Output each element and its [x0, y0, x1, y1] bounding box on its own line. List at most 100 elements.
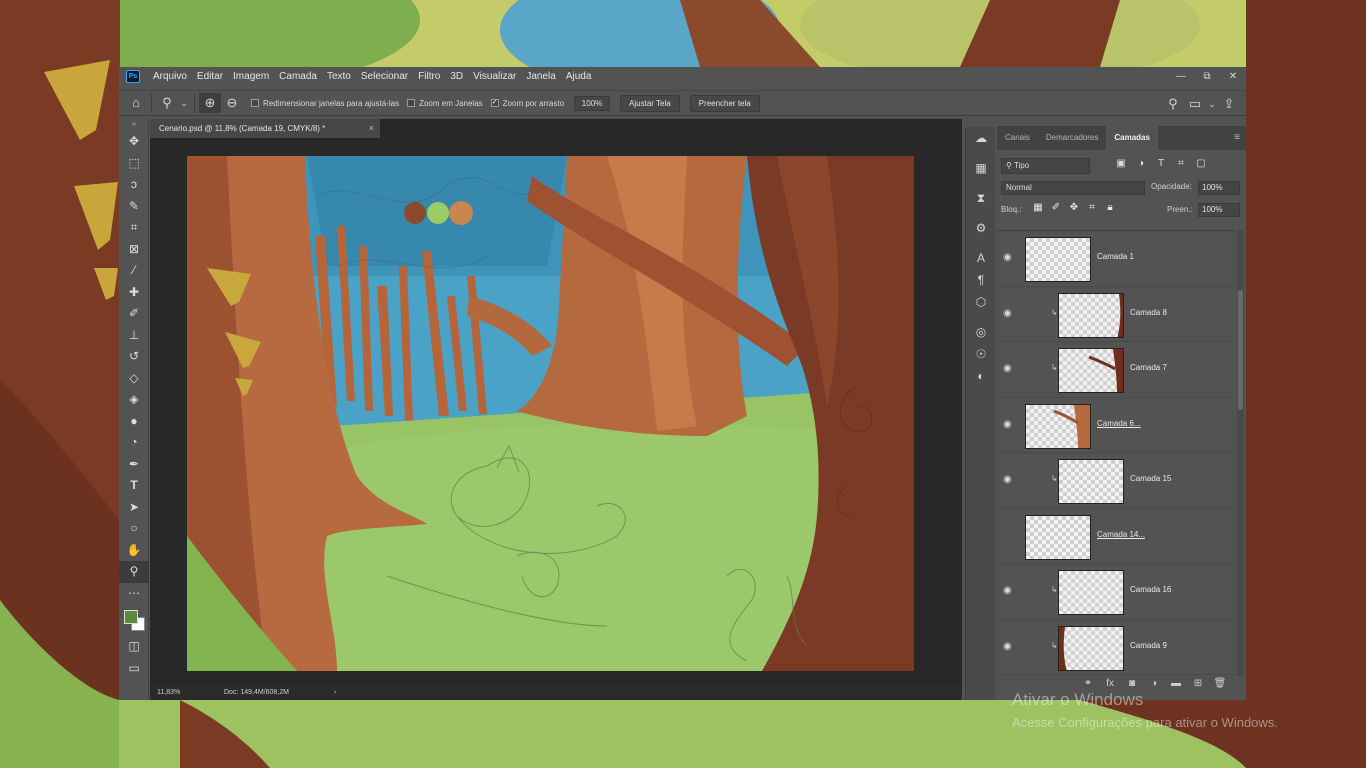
add-mask-icon[interactable]: ◙	[1121, 678, 1143, 689]
zoom-value-field[interactable]: 100%	[574, 95, 611, 111]
close-tab-icon[interactable]: ×	[369, 119, 374, 138]
canvas[interactable]	[187, 156, 914, 671]
eraser-icon[interactable]: ◇	[119, 368, 149, 390]
layer-filter-select[interactable]: ⚲ Tipo	[1001, 158, 1090, 174]
eyedropper-icon[interactable]: ⁄	[119, 260, 149, 282]
brush-icon[interactable]: ✐	[119, 303, 149, 325]
minimize-button[interactable]: —	[1168, 67, 1194, 86]
share-icon[interactable]: ⇪	[1218, 94, 1240, 114]
blend-mode-select[interactable]: Normal	[1001, 181, 1145, 195]
properties-icon[interactable]: ⚙	[966, 217, 996, 239]
document-tab[interactable]: Cenario.psd @ 11,8% (Camada 19, CMYK/8) …	[150, 119, 380, 138]
zoom-all-checkbox[interactable]	[407, 99, 416, 107]
pen-icon[interactable]: ✒	[119, 454, 149, 476]
restore-button[interactable]: ⧉	[1194, 67, 1220, 86]
foreground-color-swatch[interactable]	[124, 610, 138, 624]
panel-menu-icon[interactable]: ≡	[1234, 132, 1240, 143]
fill-screen-button[interactable]: Preencher tela	[689, 94, 760, 112]
tab-camadas[interactable]: Camadas	[1106, 126, 1158, 150]
menu-arquivo[interactable]: Arquivo	[148, 67, 192, 86]
light-icon[interactable]: ◎	[966, 321, 996, 343]
lock-paint-icon[interactable]: ✐	[1047, 202, 1065, 213]
type-icon[interactable]: T	[119, 475, 149, 497]
layer-row[interactable]: ◉ ↳ Camada 15	[997, 453, 1235, 509]
status-menu-arrow[interactable]: ›	[334, 685, 336, 700]
zoom-tool-icon[interactable]: ⚲	[156, 93, 178, 113]
opacity-field[interactable]: 100%	[1198, 181, 1240, 195]
lasso-icon[interactable]: ↄ	[119, 174, 149, 196]
fit-screen-button[interactable]: Ajustar Tela	[620, 94, 680, 112]
scrollbar-thumb[interactable]	[1238, 290, 1243, 410]
layer-row[interactable]: ◉ ↳ Camada 9	[997, 620, 1235, 675]
layer-row[interactable]: ◉ ↳ Camada 8	[997, 287, 1235, 342]
menu-filtro[interactable]: Filtro	[413, 67, 445, 86]
status-zoom[interactable]: 11,83%	[157, 685, 180, 700]
cloud-icon[interactable]: ☁	[966, 127, 996, 149]
menu-editar[interactable]: Editar	[192, 67, 228, 86]
image-filter-icon[interactable]: ▣	[1111, 158, 1131, 169]
swatches-icon[interactable]: ▦	[966, 157, 996, 179]
stamp-icon[interactable]: ⊥	[119, 325, 149, 347]
path-select-icon[interactable]: ➤	[119, 497, 149, 519]
history-brush-icon[interactable]: ↺	[119, 346, 149, 368]
menu-camada[interactable]: Camada	[274, 67, 322, 86]
healing-icon[interactable]: ✚	[119, 282, 149, 304]
blur-icon[interactable]: ●	[119, 411, 149, 433]
link-layers-icon[interactable]: ⚭	[1077, 678, 1099, 689]
zoom-out-icon[interactable]: ⊖	[221, 93, 243, 113]
new-layer-icon[interactable]: ⊞	[1187, 678, 1209, 689]
crop-icon[interactable]: ⌗	[119, 217, 149, 239]
frame-icon[interactable]: ⊠	[119, 239, 149, 261]
menu-visualizar[interactable]: Visualizar	[468, 67, 521, 86]
character-icon[interactable]: A	[966, 247, 996, 269]
tab-canais[interactable]: Canais	[997, 126, 1038, 150]
visibility-eye-icon[interactable]: ◉	[1003, 363, 1015, 374]
lock-position-icon[interactable]: ✥	[1065, 202, 1083, 213]
layer-row[interactable]: ◉ Camada 6...	[997, 398, 1235, 453]
visibility-eye-icon[interactable]: ◉	[1003, 641, 1015, 652]
adjustments-icon[interactable]: ⧗	[966, 187, 996, 209]
menu-imagem[interactable]: Imagem	[228, 67, 274, 86]
more-icon[interactable]: ⋯	[119, 583, 149, 605]
close-window-button[interactable]: ✕	[1220, 67, 1246, 86]
adjustment-filter-icon[interactable]: ◑	[1131, 158, 1151, 169]
fill-field[interactable]: 100%	[1198, 203, 1240, 217]
adjustment-layer-icon[interactable]: ◑	[1143, 678, 1165, 689]
chevron-down-icon[interactable]: ⌄	[178, 93, 190, 113]
collapse-icon[interactable]: »	[119, 119, 149, 131]
layer-row[interactable]: ◉ ↳ Camada 7	[997, 342, 1235, 398]
new-group-icon[interactable]: ▬	[1165, 678, 1187, 689]
zoom-icon[interactable]: ⚲	[119, 561, 149, 583]
zoom-in-icon[interactable]: ⊕	[199, 93, 221, 113]
dodge-icon[interactable]: ◔	[119, 432, 149, 454]
menu-texto[interactable]: Texto	[322, 67, 356, 86]
contrast-icon[interactable]: ◐	[966, 365, 996, 387]
resize-windows-option[interactable]: Redimensionar janelas para ajustá-las	[251, 99, 399, 108]
layer-row[interactable]: ◉ Camada 1	[997, 231, 1235, 287]
menu-ajuda[interactable]: Ajuda	[561, 67, 597, 86]
tab-demarcadores[interactable]: Demarcadores	[1038, 126, 1106, 150]
lock-artboard-icon[interactable]: ⌗	[1083, 202, 1101, 213]
paint-bucket-icon[interactable]: ◈	[119, 389, 149, 411]
ellipse-icon[interactable]: ○	[119, 518, 149, 540]
move-icon[interactable]: ✥	[119, 131, 149, 153]
workspace-icon[interactable]: ▭	[1184, 94, 1206, 114]
lock-all-icon[interactable]: 🔒︎	[1101, 202, 1119, 213]
screen-mode-icon[interactable]: ▭	[119, 658, 149, 680]
marquee-icon[interactable]: ⬚	[119, 153, 149, 175]
scrubby-zoom-option[interactable]: ✓ Zoom por arrasto	[490, 99, 564, 108]
quick-mask-icon[interactable]: ◫	[119, 636, 149, 658]
layers-scrollbar[interactable]	[1237, 230, 1244, 676]
scrubby-zoom-checkbox[interactable]: ✓	[490, 99, 499, 107]
resize-windows-checkbox[interactable]	[251, 99, 259, 107]
visibility-eye-icon[interactable]: ◉	[1003, 252, 1015, 263]
visibility-eye-icon[interactable]: ◉	[1003, 474, 1015, 485]
delete-layer-icon[interactable]: 🗑︎	[1209, 678, 1231, 689]
chevron-down-icon[interactable]: ⌄	[1206, 94, 1218, 114]
3d-icon[interactable]: ⬡	[966, 291, 996, 313]
visibility-eye-icon[interactable]: ◉	[1003, 308, 1015, 319]
menu-3d[interactable]: 3D	[445, 67, 468, 86]
shape-filter-icon[interactable]: ⌗	[1171, 158, 1191, 169]
search-icon[interactable]: ⚲	[1162, 94, 1184, 114]
layer-row[interactable]: Camada 14...	[997, 509, 1235, 564]
